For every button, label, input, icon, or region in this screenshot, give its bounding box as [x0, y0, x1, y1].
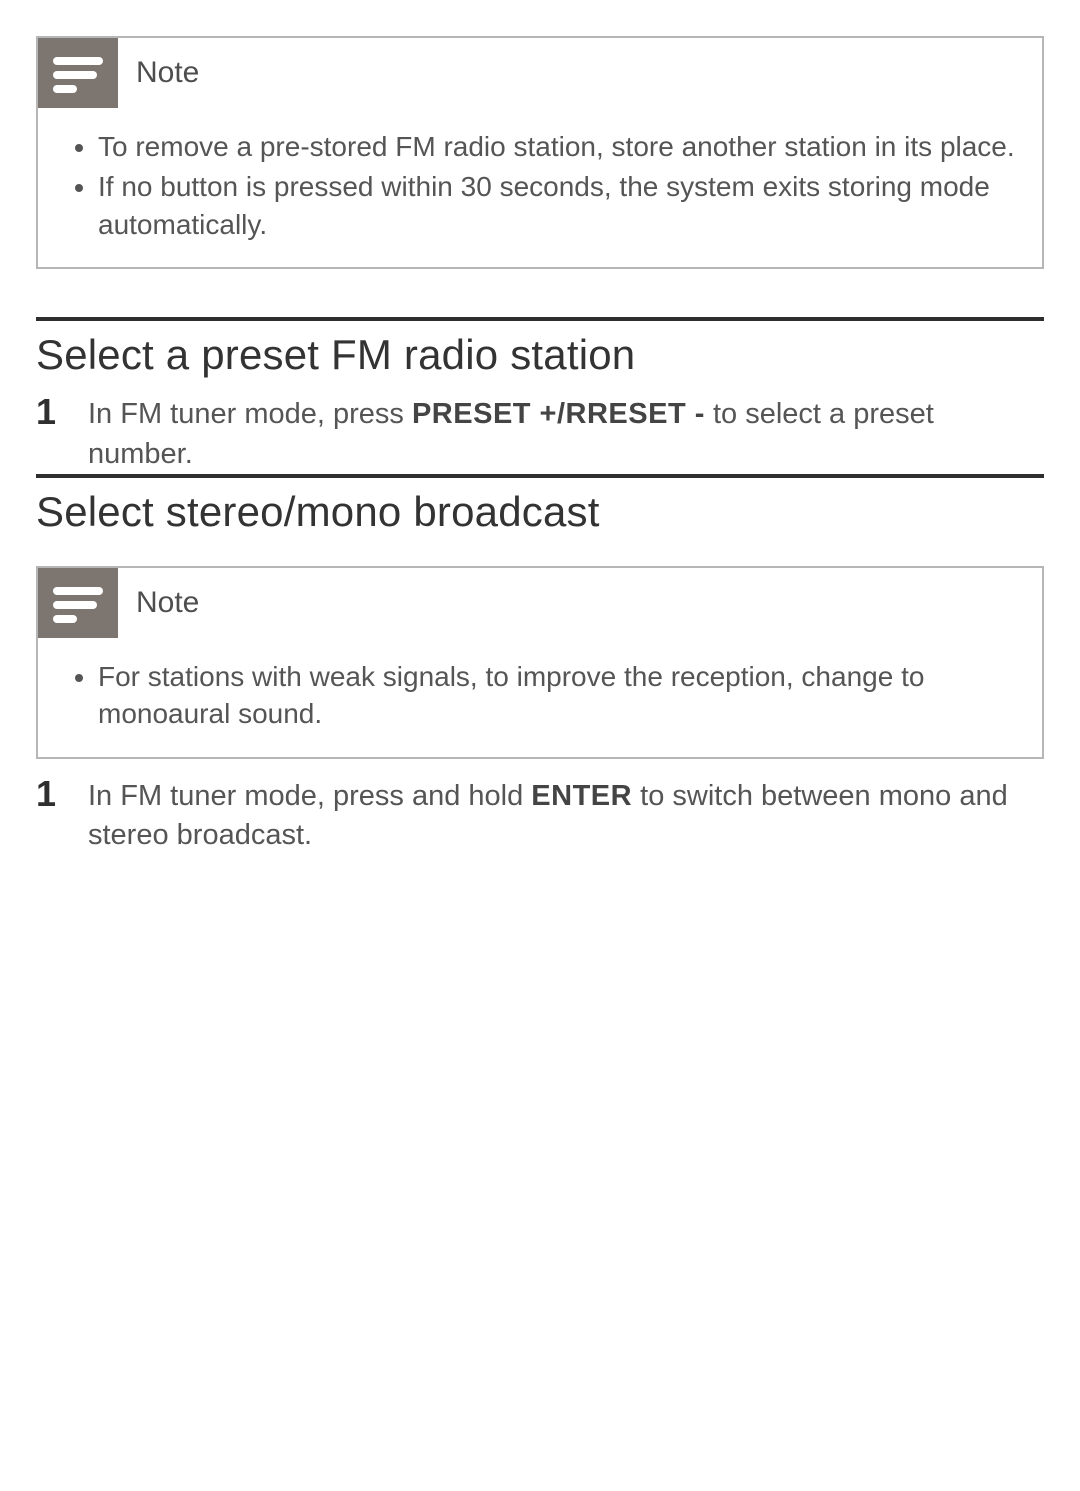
step-number: 1	[36, 775, 88, 813]
note-body: For stations with weak signals, to impro…	[38, 638, 1042, 758]
note-header: Note	[38, 568, 1042, 638]
note-label: Note	[136, 56, 199, 90]
note-item: If no button is pressed within 30 second…	[98, 168, 1016, 244]
step-text-pre: In FM tuner mode, press and hold	[88, 780, 531, 812]
step-text-bold: ENTER	[531, 780, 632, 812]
step: 1 In FM tuner mode, press and hold ENTER…	[36, 775, 1044, 855]
note-icon	[38, 568, 118, 638]
note-box: Note For stations with weak signals, to …	[36, 566, 1044, 760]
step-text: In FM tuner mode, press and hold ENTER t…	[88, 775, 1044, 855]
note-header: Note	[38, 38, 1042, 108]
section-title: Select a preset FM radio station	[36, 331, 1044, 379]
note-icon	[38, 38, 118, 108]
section-preset: Select a preset FM radio station 1 In FM…	[36, 317, 1044, 473]
step-text-pre: In FM tuner mode, press	[88, 398, 412, 430]
section-rule	[36, 317, 1044, 321]
note-item: For stations with weak signals, to impro…	[98, 658, 1016, 734]
step-number: 1	[36, 393, 88, 431]
section-rule	[36, 474, 1044, 478]
note-item: To remove a pre-stored FM radio station,…	[98, 128, 1016, 166]
section-title: Select stereo/mono broadcast	[36, 488, 1044, 536]
note-box: Note To remove a pre-stored FM radio sta…	[36, 36, 1044, 269]
step: 1 In FM tuner mode, press PRESET +/RRESE…	[36, 393, 1044, 473]
note-label: Note	[136, 586, 199, 620]
step-text: In FM tuner mode, press PRESET +/RRESET …	[88, 393, 1044, 473]
note-body: To remove a pre-stored FM radio station,…	[38, 108, 1042, 267]
step-text-bold: PRESET +/RRESET -	[412, 398, 705, 430]
section-stereo-mono: Select stereo/mono broadcast	[36, 474, 1044, 536]
